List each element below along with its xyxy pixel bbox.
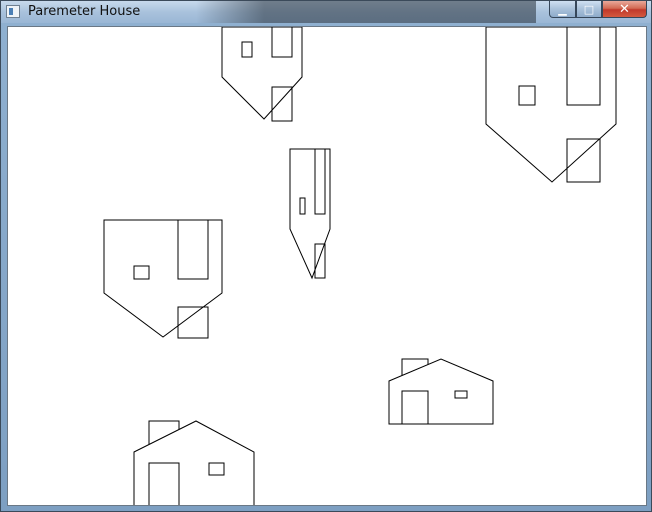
close-icon: ✕ — [619, 1, 630, 17]
house-inverted-top-right — [485, 27, 617, 183]
drawing-canvas[interactable] — [7, 26, 647, 506]
maximize-icon: □ — [583, 2, 595, 16]
minimize-icon: ▁ — [558, 2, 567, 16]
close-button[interactable]: ✕ — [602, 1, 647, 18]
house-body — [221, 27, 303, 120]
house-window — [299, 197, 306, 215]
house-window — [133, 265, 150, 280]
house-door — [566, 27, 601, 106]
house-chimney — [314, 243, 326, 279]
house-door — [177, 219, 209, 280]
maximize-button[interactable]: □ — [576, 1, 602, 18]
house-window — [518, 85, 536, 106]
house-upright-bottom — [133, 420, 255, 505]
app-icon[interactable] — [6, 5, 20, 18]
house-window — [241, 41, 253, 58]
minimize-button[interactable]: ▁ — [549, 1, 576, 18]
house-door — [314, 148, 326, 215]
window-title: Paremeter House — [28, 4, 141, 19]
house-inverted-top-center — [221, 27, 303, 122]
house-inverted-left — [103, 219, 223, 339]
house-door — [271, 27, 293, 58]
house-narrow-center — [289, 148, 331, 280]
window-controls: ▁ □ ✕ — [549, 1, 647, 18]
houses-drawing — [103, 27, 617, 505]
title-bar-background — [196, 1, 536, 23]
app-window: Paremeter House ▁ □ ✕ — [0, 0, 652, 512]
house-upright-small — [388, 358, 494, 425]
title-bar[interactable]: Paremeter House ▁ □ ✕ — [1, 1, 651, 23]
house-chimney — [566, 138, 601, 183]
